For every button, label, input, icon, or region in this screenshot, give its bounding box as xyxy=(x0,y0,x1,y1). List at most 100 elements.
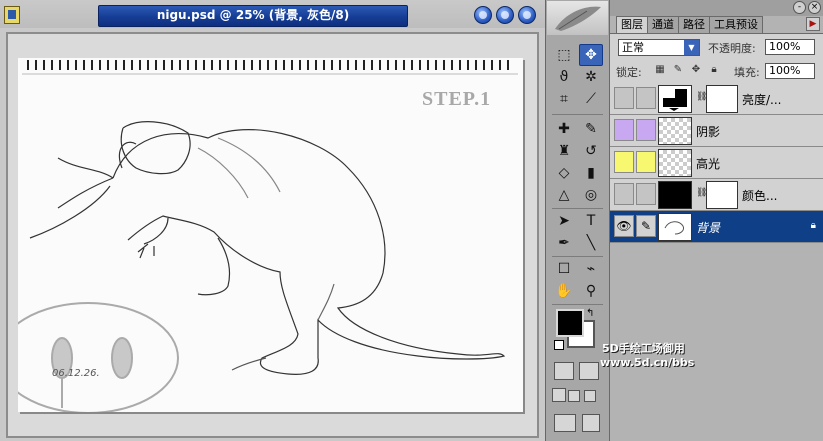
layer-link-toggle[interactable] xyxy=(636,151,656,173)
step-label: STEP.1 xyxy=(422,88,492,110)
layer-thumbnail xyxy=(658,149,692,177)
lock-label: 锁定: xyxy=(616,66,642,79)
toolbox-divider xyxy=(552,304,603,305)
creature-sketch-icon xyxy=(29,121,506,375)
chevron-down-icon[interactable]: ▼ xyxy=(684,40,699,55)
fill-field[interactable]: 100% xyxy=(765,63,815,79)
brush-tool-icon[interactable]: ✎ xyxy=(579,118,603,140)
magic-wand-tool-icon[interactable]: ✲ xyxy=(579,66,603,88)
layer-link-toggle[interactable] xyxy=(636,119,656,141)
feather-logo-icon xyxy=(555,6,601,31)
marquee-tool-icon[interactable]: ⬚ xyxy=(552,44,576,66)
tab-paths[interactable]: 路径 xyxy=(678,16,710,33)
edit-in-imageready-button[interactable] xyxy=(582,414,600,432)
blend-mode-value: 正常 xyxy=(622,41,644,54)
move-tool-icon[interactable]: ✥ xyxy=(579,44,603,66)
zoom-tool-icon[interactable]: ⚲ xyxy=(579,280,603,302)
layers-panel: - × 图层 通道 路径 工具预设 ▶ 正常 ▼ 不透明度: 100% 锁定: … xyxy=(609,0,823,441)
layer-mask-thumbnail xyxy=(706,85,738,113)
spiral-binding-icon xyxy=(27,60,509,70)
layer-link-toggle[interactable] xyxy=(636,183,656,205)
foreground-color-swatch[interactable] xyxy=(556,309,584,337)
lock-position-icon[interactable]: ✥ xyxy=(690,64,702,76)
gradient-tool-icon[interactable]: ▮ xyxy=(579,162,603,184)
document-titlebar[interactable]: nigu.psd @ 25% (背景, 灰色/8) xyxy=(0,0,545,28)
watermark-logo-icon xyxy=(0,302,179,414)
sketch-date: 06.12.26. xyxy=(52,368,100,379)
dodge-tool-icon[interactable]: ◎ xyxy=(579,184,603,206)
layers-options: 正常 ▼ 不透明度: 100% 锁定: 填充: 100% xyxy=(610,33,823,84)
layer-thumbnail xyxy=(658,117,692,145)
tab-tool-presets[interactable]: 工具预设 xyxy=(709,16,763,33)
photoshop-document-icon xyxy=(4,6,20,24)
blend-mode-select[interactable]: 正常 ▼ xyxy=(618,39,700,56)
opacity-field[interactable]: 100% xyxy=(765,39,815,55)
screen-mode-standard-button[interactable] xyxy=(552,388,566,402)
notes-tool-icon[interactable]: ☐ xyxy=(552,258,576,280)
path-select-tool-icon[interactable]: ➤ xyxy=(552,210,576,232)
layer-link-toggle[interactable] xyxy=(636,87,656,109)
crop-tool-icon[interactable]: ⌗ xyxy=(552,88,576,110)
quickmask-mode-button[interactable] xyxy=(579,362,599,380)
eye-icon[interactable]: 👁︎ xyxy=(614,215,634,237)
layer-row-selected[interactable]: 👁︎ ✎ 背景 🔒︎ xyxy=(610,211,823,243)
visibility-toggle[interactable] xyxy=(614,151,634,173)
sketchbook-illustration xyxy=(0,60,518,414)
default-colors-icon[interactable] xyxy=(554,340,564,350)
toolbox: ⬚ ✥ ϑ ✲ ⌗ ⟋ ✚ ✎ ♜ ↺ ◇ ▮ △ ◎ ➤ T ✒ ╲ ☐ ⌁ … xyxy=(545,0,609,441)
layer-name: 高光 xyxy=(696,157,721,171)
lasso-tool-icon[interactable]: ϑ xyxy=(552,66,576,88)
tab-layers[interactable]: 图层 xyxy=(616,16,648,33)
standard-mode-button[interactable] xyxy=(554,362,574,380)
layer-row[interactable]: 高光 xyxy=(610,147,823,179)
lock-transparency-icon[interactable]: ▦ xyxy=(654,64,666,76)
pen-tool-icon[interactable]: ✒ xyxy=(552,232,576,254)
visibility-toggle[interactable] xyxy=(614,87,634,109)
panel-titlebar[interactable]: - × xyxy=(610,0,823,16)
minimize-button[interactable] xyxy=(474,6,492,24)
lock-all-icon[interactable]: 🔒︎ xyxy=(708,64,720,76)
stamp-tool-icon[interactable]: ♜ xyxy=(552,140,576,162)
close-button[interactable] xyxy=(518,6,536,24)
history-brush-tool-icon[interactable]: ↺ xyxy=(579,140,603,162)
fill-label: 填充: xyxy=(734,66,760,79)
fill-layer-thumbnail xyxy=(658,181,692,209)
panel-close-icon[interactable]: × xyxy=(808,1,821,14)
lock-icon: 🔒︎ xyxy=(810,220,816,231)
lock-paint-icon[interactable]: ✎ xyxy=(672,64,684,76)
toolbox-divider xyxy=(552,114,603,115)
layer-name: 背景 xyxy=(696,221,721,235)
layers-list: ⛓ 亮度/... 阴影 高光 ⛓ 颜色... 👁︎ ✎ 背景 🔒︎ xyxy=(610,83,823,243)
layer-row[interactable]: ⛓ 颜色... xyxy=(610,179,823,211)
jump-to-imageready-button[interactable] xyxy=(554,414,576,432)
sketch-canvas[interactable] xyxy=(0,58,523,414)
swap-colors-icon[interactable]: ↰ xyxy=(586,308,594,319)
watermark-text: 5D手绘工场御用 xyxy=(602,342,685,355)
panel-minimize-icon[interactable]: - xyxy=(793,1,806,14)
line-tool-icon[interactable]: ╲ xyxy=(579,232,603,254)
document-title: nigu.psd @ 25% (背景, 灰色/8) xyxy=(156,8,350,22)
visibility-toggle[interactable] xyxy=(614,119,634,141)
tab-channels[interactable]: 通道 xyxy=(647,16,679,33)
healing-tool-icon[interactable]: ✚ xyxy=(552,118,576,140)
panel-menu-icon[interactable]: ▶ xyxy=(806,17,820,31)
type-tool-icon[interactable]: T xyxy=(579,210,603,232)
screen-mode-full-button[interactable] xyxy=(584,390,596,402)
toolbox-divider xyxy=(552,256,603,257)
toolbox-divider xyxy=(552,208,603,209)
screen-mode-full-menu-button[interactable] xyxy=(568,390,580,402)
hand-tool-icon[interactable]: ✋ xyxy=(552,280,576,302)
eyedropper-tool-icon[interactable]: ⌁ xyxy=(579,258,603,280)
layer-row[interactable]: 阴影 xyxy=(610,115,823,147)
maximize-button[interactable] xyxy=(496,6,514,24)
layer-row[interactable]: ⛓ 亮度/... xyxy=(610,83,823,115)
eraser-tool-icon[interactable]: ◇ xyxy=(552,162,576,184)
adjustment-layer-thumbnail xyxy=(658,85,692,113)
slice-tool-icon[interactable]: ⟋ xyxy=(579,88,603,110)
brush-icon[interactable]: ✎ xyxy=(636,215,656,237)
watermark-url: www.5d.cn/bbs xyxy=(600,356,695,369)
blur-tool-icon[interactable]: △ xyxy=(552,184,576,206)
visibility-toggle[interactable] xyxy=(614,183,634,205)
document-window: nigu.psd @ 25% (背景, 灰色/8) STEP.1 06.12.2… xyxy=(0,0,545,441)
toolbox-header-logo[interactable] xyxy=(547,1,608,35)
